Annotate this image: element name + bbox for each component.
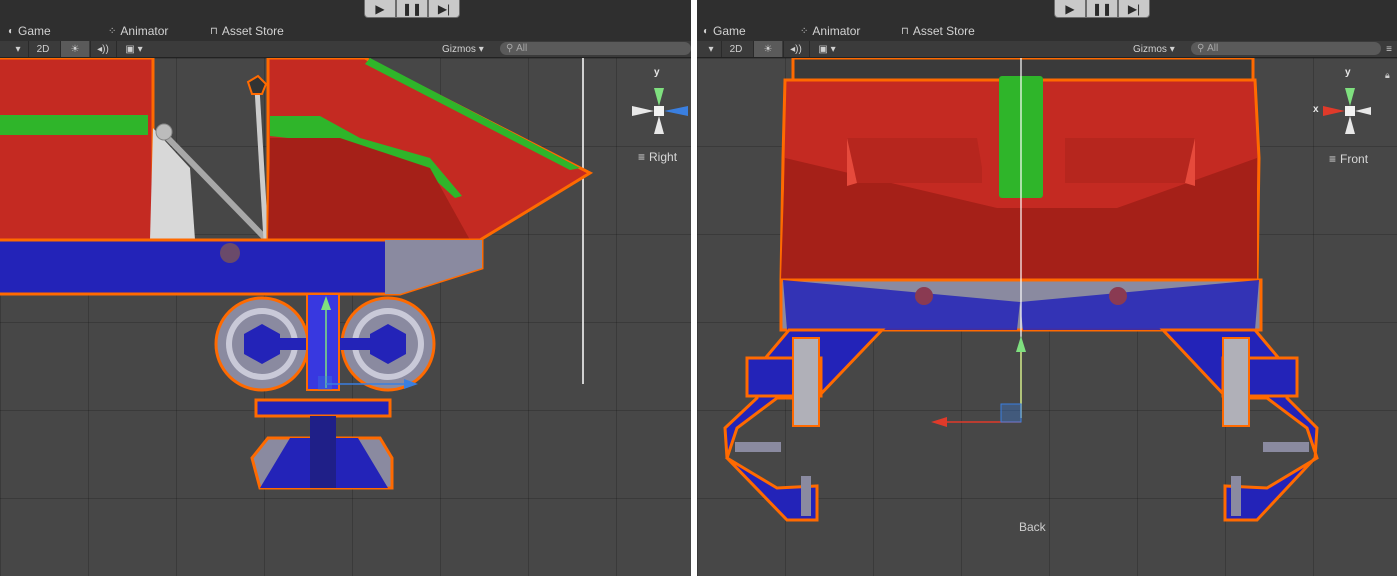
back-label: Back	[1019, 520, 1046, 534]
axis-cone-icon	[632, 88, 688, 134]
step-button[interactable]: ▶|	[1118, 0, 1150, 18]
pause-button[interactable]: ❚❚	[396, 0, 428, 18]
right-leg	[1159, 328, 1319, 522]
tab-bar: ▶ ❚❚ ▶| ◐ Game ⁘ Animator ⊓ Asset Store	[0, 0, 691, 41]
orientation-gizmo[interactable]: y x 🔒︎ ≡ Front	[1311, 66, 1397, 166]
tab-animator[interactable]: ⁘ Animator	[108, 24, 168, 38]
chevron-down-icon: ▾	[708, 43, 714, 55]
model-front-view	[723, 58, 1319, 522]
search-icon: ⚲	[506, 43, 514, 54]
view-label[interactable]: ≡ Right	[638, 150, 677, 164]
orientation-gizmo[interactable]: y ≡ Right	[630, 66, 691, 166]
lock-icon[interactable]: 🔒︎	[1385, 70, 1390, 81]
search-icon: ⚲	[1197, 43, 1205, 54]
pause-icon: ❚❚	[1091, 1, 1113, 16]
tab-game[interactable]: ◐ Game	[703, 24, 746, 38]
tab-asset-store[interactable]: ⊓ Asset Store	[901, 24, 975, 38]
play-controls: ▶ ❚❚ ▶|	[364, 0, 460, 18]
speaker-icon: ◂))	[97, 43, 109, 55]
image-icon: ▣ ▾	[125, 43, 143, 55]
sun-icon: ☀	[70, 43, 80, 55]
sun-icon: ☀	[763, 43, 773, 55]
chevron-down-icon: ▾	[15, 43, 21, 55]
gizmos-dropdown[interactable]: Gizmos ▾	[1133, 42, 1175, 56]
step-button[interactable]: ▶|	[428, 0, 460, 18]
effects-dropdown[interactable]: ▣ ▾	[809, 41, 844, 57]
scene-canvas[interactable]: y ≡ Right	[0, 58, 691, 576]
play-button[interactable]: ▶	[1054, 0, 1086, 18]
red-body-front	[779, 76, 1261, 282]
game-icon: ◐	[8, 25, 15, 37]
image-icon: ▣ ▾	[818, 43, 836, 55]
tab-asset-store[interactable]: ⊓ Asset Store	[210, 24, 284, 38]
scene-toolbar: ▾ 2D ☀ ◂)) ▣ ▾ Gizmos ▾ ⚲ All	[0, 41, 691, 58]
chevron-down-icon: ▾	[1169, 43, 1175, 55]
bag-icon: ⊓	[210, 25, 218, 37]
scene-canvas[interactable]: y x 🔒︎ ≡ Front Back	[697, 58, 1397, 576]
model-side-view	[0, 58, 594, 490]
more-icon[interactable]: ≡	[1383, 41, 1395, 57]
game-icon: ◐	[703, 25, 710, 37]
step-icon: ▶|	[1127, 1, 1141, 16]
pause-button[interactable]: ❚❚	[1086, 0, 1118, 18]
scene-view-right[interactable]: ▶ ❚❚ ▶| ◐ Game ⁘ Animator ⊓ Asset Store …	[0, 0, 691, 576]
play-button[interactable]: ▶	[364, 0, 396, 18]
red-body-right	[266, 58, 594, 242]
transform-gizmo[interactable]	[931, 336, 1026, 427]
lighting-toggle[interactable]: ☀	[60, 41, 89, 57]
shading-dropdown[interactable]: ▾	[703, 41, 719, 57]
axis-cone-icon	[1323, 88, 1371, 134]
play-controls: ▶ ❚❚ ▶|	[1054, 0, 1150, 18]
red-body-left	[0, 58, 155, 242]
2d-toggle[interactable]: 2D	[721, 41, 750, 57]
menu-icon: ≡	[1329, 152, 1337, 166]
gizmos-dropdown[interactable]: Gizmos ▾	[442, 42, 484, 56]
animator-icon: ⁘	[108, 25, 117, 37]
left-leg	[723, 328, 886, 522]
speaker-icon: ◂))	[790, 43, 802, 55]
shading-dropdown[interactable]: ▾	[10, 41, 26, 57]
2d-toggle[interactable]: 2D	[28, 41, 57, 57]
step-icon: ▶|	[437, 1, 451, 16]
lighting-toggle[interactable]: ☀	[753, 41, 782, 57]
audio-toggle[interactable]: ◂))	[783, 41, 808, 57]
scene-toolbar: ▾ 2D ☀ ◂)) ▣ ▾ Gizmos ▾ ⚲ All ≡	[697, 41, 1397, 58]
search-input[interactable]: ⚲ All	[1191, 42, 1381, 55]
pause-icon: ❚❚	[401, 1, 423, 16]
menu-icon: ≡	[638, 150, 646, 164]
play-icon: ▶	[1065, 1, 1075, 16]
bag-icon: ⊓	[901, 25, 909, 37]
chevron-down-icon: ▾	[478, 43, 484, 55]
animator-icon: ⁘	[800, 25, 809, 37]
tab-game[interactable]: ◐ Game	[8, 24, 51, 38]
scene-view-front[interactable]: ▶ ❚❚ ▶| ◐ Game ⁘ Animator ⊓ Asset Store …	[697, 0, 1397, 576]
effects-dropdown[interactable]: ▣ ▾	[116, 41, 151, 57]
gray-mechanism	[150, 74, 269, 254]
view-label[interactable]: ≡ Front	[1329, 152, 1368, 166]
audio-toggle[interactable]: ◂))	[90, 41, 115, 57]
tab-bar: ▶ ❚❚ ▶| ◐ Game ⁘ Animator ⊓ Asset Store	[697, 0, 1397, 41]
search-input[interactable]: ⚲ All	[500, 42, 691, 55]
tab-animator[interactable]: ⁘ Animator	[800, 24, 860, 38]
play-icon: ▶	[375, 1, 385, 16]
blue-base-bar	[0, 238, 484, 296]
